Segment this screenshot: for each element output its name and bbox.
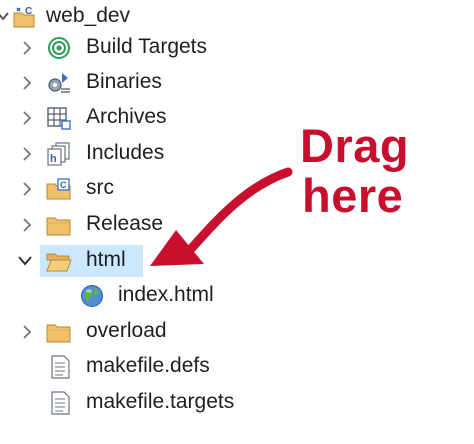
tree-item-label: src [86,176,114,199]
tree-item-label: Includes [86,141,165,164]
file-icon [51,391,70,415]
includes-icon: h [47,142,70,166]
folder-icon [46,217,71,236]
archives-icon [47,107,71,130]
arrow-shaft [185,167,293,255]
build-targets-icon [48,37,70,59]
tree-item-label: Archives [86,105,167,128]
tree-item-label: index.html [118,283,214,306]
globe-icon [81,285,103,307]
tree-item-label: Binaries [86,70,162,93]
c-project-icon: C [13,6,35,28]
file-icon [51,355,70,379]
tree-item-label: makefile.defs [86,354,210,377]
binaries-icon [48,73,70,93]
source-folder-icon: C [46,178,71,200]
svg-text:h: h [50,153,57,165]
folder-icon [46,324,71,343]
tree-item-label: Build Targets [86,35,208,58]
svg-text:C: C [25,6,32,17]
tree-item-label: overload [86,319,167,342]
tree-item-label: Release [86,212,164,235]
folder-open-icon [46,253,72,272]
tree-item-label: makefile.targets [86,390,235,413]
tree-item-label: html [86,248,126,271]
svg-text:C: C [60,180,67,190]
project-name: web_dev [46,4,131,27]
